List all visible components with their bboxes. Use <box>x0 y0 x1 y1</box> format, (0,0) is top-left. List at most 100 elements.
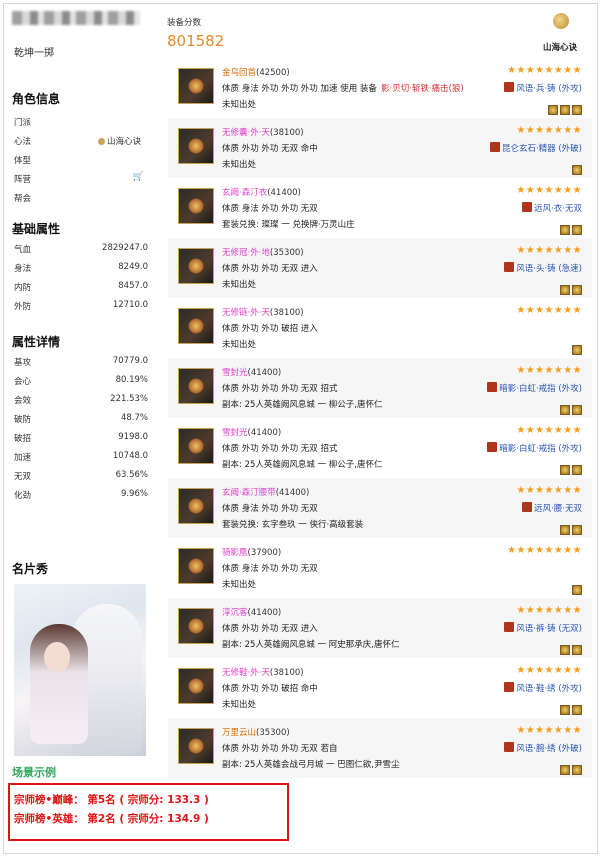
slot-icon[interactable] <box>560 405 570 415</box>
attr-label: 阵营 <box>14 175 32 185</box>
equip-attrs: 体质 身法 外功 外功 无双 <box>222 204 318 214</box>
equip-stars: ★★★★★★★ <box>516 185 582 196</box>
equip-icon[interactable] <box>178 188 214 224</box>
slot-icon[interactable] <box>572 165 582 175</box>
equip-gem[interactable]: 风语·头·铸 (急速) <box>504 262 582 274</box>
equip-gem[interactable]: 远风·衣·无双 <box>522 202 582 214</box>
slot-icon[interactable] <box>572 405 582 415</box>
equip-score: (35300) <box>269 248 304 258</box>
equip-row[interactable]: 淳沉客(41400) 体质 外功 外功 无双 进入 副本: 25人英雄阙风息城 一 … <box>168 598 592 658</box>
attr-label: 心法 <box>14 137 32 147</box>
equip-name[interactable]: 雪封光 <box>222 428 248 438</box>
equip-slots <box>558 700 582 719</box>
equip-icon[interactable] <box>178 248 214 284</box>
equip-icon[interactable] <box>178 608 214 644</box>
equip-score: (37900) <box>247 548 282 558</box>
slot-icon[interactable] <box>572 225 582 235</box>
attr-value: 48.7% <box>120 413 148 423</box>
slot-icon[interactable] <box>560 765 570 775</box>
equip-icon[interactable] <box>178 668 214 704</box>
equip-name[interactable]: 玄阙·森汀腰带 <box>222 488 276 498</box>
slot-icon[interactable] <box>572 765 582 775</box>
equip-row[interactable]: 雪封光(41400) 体质 外功 外功 外功 无双 招式 副本: 25人英雄阙风息城… <box>168 358 592 418</box>
slot-icon[interactable] <box>548 105 558 115</box>
equip-name[interactable]: 玄阙·森汀衣 <box>222 188 267 198</box>
slot-icon[interactable] <box>560 465 570 475</box>
equip-name[interactable]: 淳沉客 <box>222 608 248 618</box>
equip-gem[interactable]: 风语·裤·铸 (无双) <box>504 622 582 634</box>
gem-icon <box>504 262 515 272</box>
slot-icon[interactable] <box>572 105 582 115</box>
attr-label: 基攻 <box>14 358 32 368</box>
equip-icon[interactable] <box>178 548 214 584</box>
slot-icon[interactable] <box>572 525 582 535</box>
gem-text: 风语·裤·铸 (无双) <box>516 624 582 634</box>
equip-name[interactable]: 万里云山 <box>222 728 256 738</box>
equip-gem[interactable]: 暗影·白虹·戒指 (外攻) <box>487 442 582 454</box>
equip-gem[interactable]: 远风·腰·无双 <box>522 502 582 514</box>
equip-icon[interactable] <box>178 428 214 464</box>
equip-slots <box>558 520 582 539</box>
equip-row[interactable]: 骑影凰(37900) 体质 身法 外功 外功 无双 未知出处 ★★★★★★★★ <box>168 538 592 598</box>
slot-icon[interactable] <box>572 345 582 355</box>
equip-row[interactable]: 金乌回首(42500) 体质 身法 外功 外功 外功 加速 使用 装备 影·贝切·斩… <box>168 58 592 118</box>
equip-row[interactable]: 玄阙·森汀腰带(41400) 体质 身法 外功 外功 无双 套装兑换: 玄字叁玖 一… <box>168 478 592 538</box>
equip-source: 副本: 25人英雄阙风息城 一 柳公子,唐怀仁 <box>222 460 383 470</box>
equip-score: (38100) <box>269 308 304 318</box>
equip-gem[interactable]: 风语·鞋·绣 (外攻) <box>504 682 582 694</box>
equip-name[interactable]: 雪封光 <box>222 368 248 378</box>
equip-icon[interactable] <box>178 488 214 524</box>
gem-text: 风语·腕·绣 (外破) <box>516 744 582 754</box>
slot-icon[interactable] <box>560 645 570 655</box>
slot-icon[interactable] <box>572 705 582 715</box>
equip-title: 无修囊·外·天(38100) <box>222 126 304 138</box>
equip-slots <box>546 100 582 119</box>
gem-icon <box>522 502 533 512</box>
equip-name[interactable]: 无修链·外·天 <box>222 308 270 318</box>
slot-icon[interactable] <box>572 285 582 295</box>
equip-gem[interactable]: 风语·兵·铸 (外攻) <box>504 82 582 94</box>
equip-name[interactable]: 骑影凰 <box>222 548 248 558</box>
slot-icon[interactable] <box>572 645 582 655</box>
equip-gem[interactable]: 昆仑玄石·精器 (外破) <box>489 142 582 154</box>
equip-source: 未知出处 <box>222 580 257 590</box>
equip-title: 无修冠·外·地(35300) <box>222 246 304 258</box>
slot-icon[interactable] <box>572 465 582 475</box>
slot-icon[interactable] <box>560 105 570 115</box>
equip-icon[interactable] <box>178 68 214 104</box>
equip-row[interactable]: 无修链·外·天(38100) 体质 外功 外功 破招 进入 未知出处 ★★★★★★★ <box>168 298 592 358</box>
slot-icon[interactable] <box>560 225 570 235</box>
equip-title: 玄阙·森汀衣(41400) <box>222 186 301 198</box>
equip-source: 套装兑换: 玄字叁玖 一 侠行·高级套装 <box>222 520 364 530</box>
slot-icon[interactable] <box>560 705 570 715</box>
equip-icon[interactable] <box>178 728 214 764</box>
equip-gem[interactable]: 暗影·白虹·戒指 (外攻) <box>487 382 582 394</box>
attr-row: 气血 2829247.0 <box>14 243 148 255</box>
card-image[interactable] <box>14 584 146 756</box>
equip-gem[interactable]: 风语·腕·绣 (外破) <box>504 742 582 754</box>
slot-icon[interactable] <box>572 585 582 595</box>
gem-icon <box>489 142 500 152</box>
equip-name[interactable]: 无修囊·外·天 <box>222 128 270 138</box>
equip-attrs: 体质 外功 外功 外功 无双 招式 <box>222 384 338 394</box>
equip-row[interactable]: 无修冠·外·地(35300) 体质 外功 外功 无双 进入 未知出处 ★★★★★★★ 风… <box>168 238 592 298</box>
slot-icon[interactable] <box>560 525 570 535</box>
attr-value: 10748.0 <box>112 451 148 461</box>
equip-row[interactable]: 无修囊·外·天(38100) 体质 外功 外功 无双 命中 未知出处 ★★★★★★★ 昆… <box>168 118 592 178</box>
role-info-title: 角色信息 <box>12 92 61 106</box>
camp-cart-icon[interactable]: 🛒 <box>133 172 144 182</box>
rank-peak: 宗师榜•巅峰： 第5名 ( 宗师分: 133.3 ) <box>14 794 209 806</box>
equip-name[interactable]: 无修鞋·外·天 <box>222 668 270 678</box>
equip-icon[interactable] <box>178 308 214 344</box>
slot-icon[interactable] <box>560 285 570 295</box>
equip-attrs: 体质 外功 外功 破招 进入 <box>222 324 318 334</box>
equip-name[interactable]: 无修冠·外·地 <box>222 248 270 258</box>
equip-row[interactable]: 无修鞋·外·天(38100) 体质 外功 外功 破招 命中 未知出处 ★★★★★★★ 风… <box>168 658 592 718</box>
equip-icon[interactable] <box>178 128 214 164</box>
player-subname: 乾坤一掷 <box>14 48 54 59</box>
equip-row[interactable]: 雪封光(41400) 体质 外功 外功 外功 无双 招式 副本: 25人英雄阙风息城… <box>168 418 592 478</box>
equip-name[interactable]: 金乌回首 <box>222 68 256 78</box>
equip-icon[interactable] <box>178 368 214 404</box>
equip-row[interactable]: 万里云山(35300) 体质 外功 外功 外功 无双 若自 副本: 25人英雄会战弓… <box>168 718 592 778</box>
equip-row[interactable]: 玄阙·森汀衣(41400) 体质 身法 外功 外功 无双 套装兑换: 璨璨 一 兑换… <box>168 178 592 238</box>
